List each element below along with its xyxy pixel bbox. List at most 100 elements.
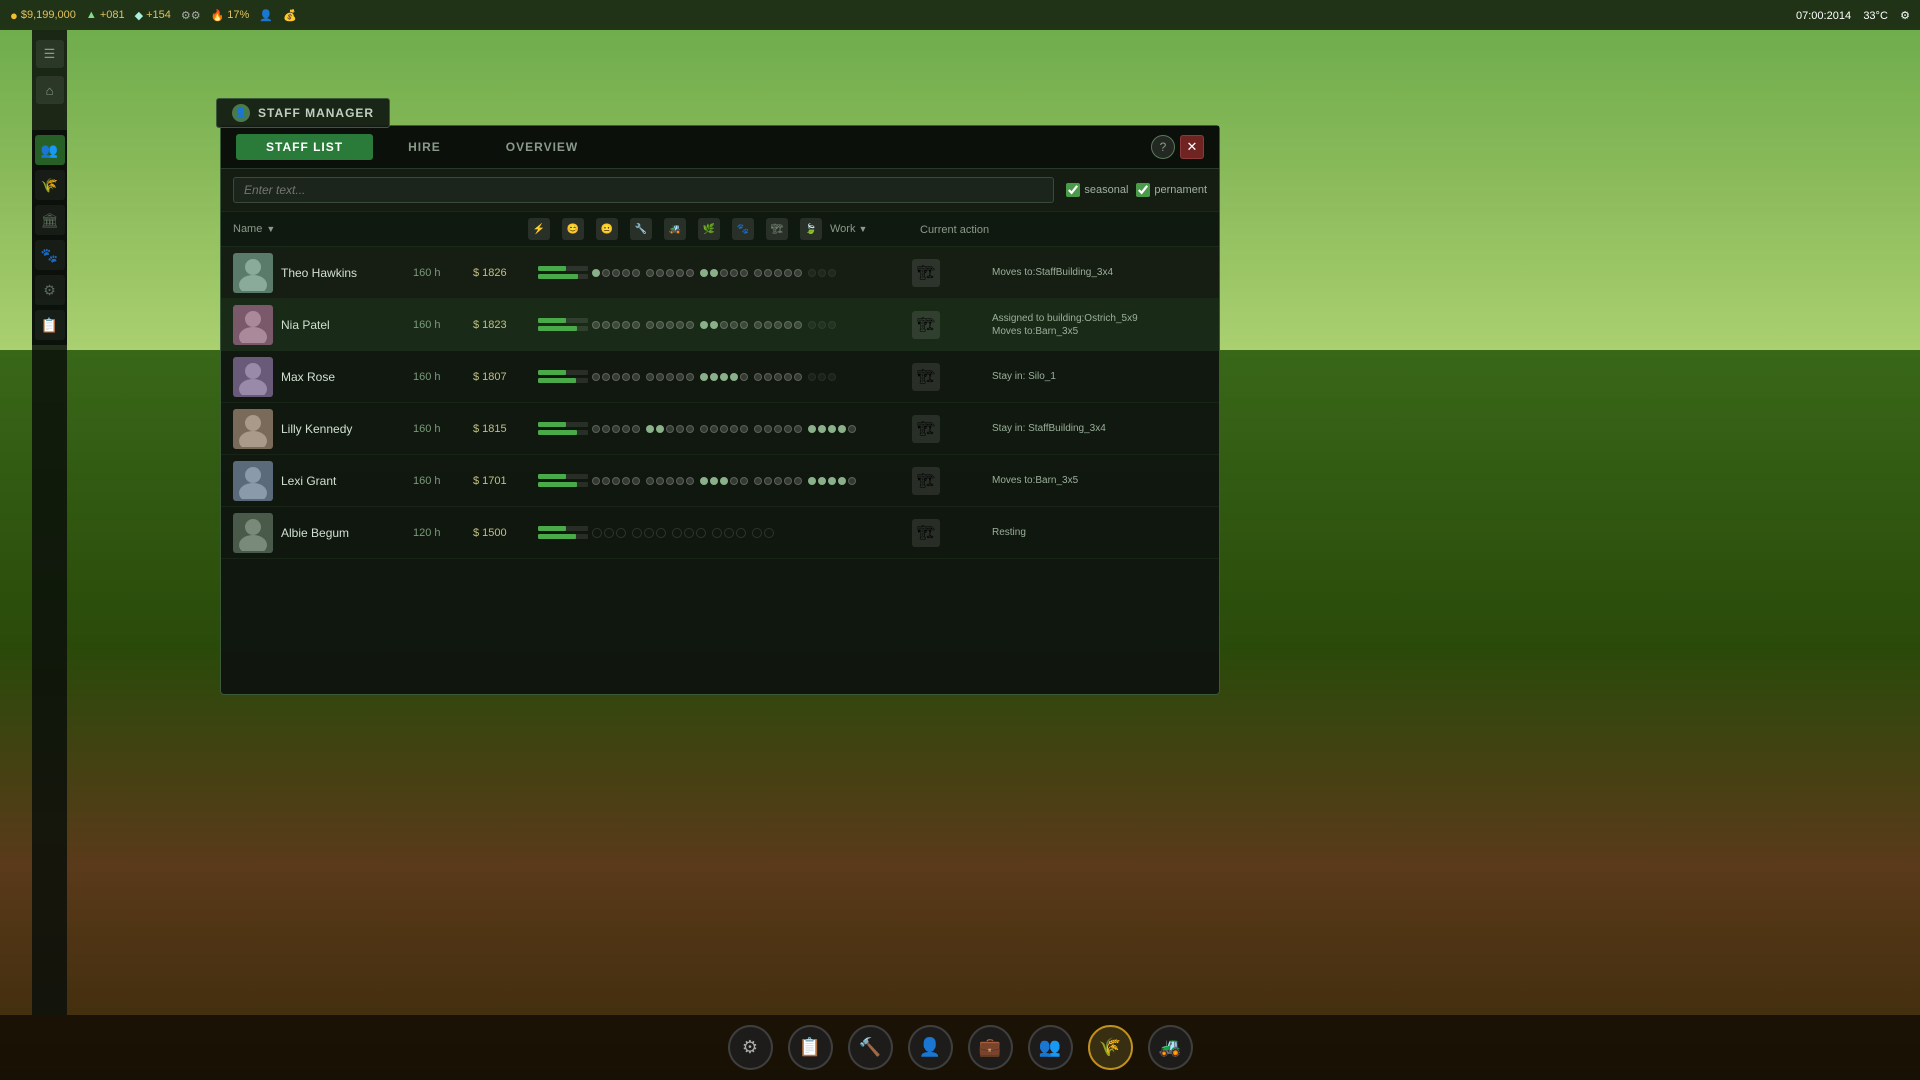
permanent-checkbox[interactable] <box>1136 183 1150 197</box>
sidebar-btn-education[interactable]: 📋 <box>35 310 65 340</box>
col-name-label: Name <box>233 223 262 235</box>
help-button[interactable]: ? <box>1151 135 1175 159</box>
stat-bars <box>538 370 588 383</box>
permanent-label: pernament <box>1154 184 1207 196</box>
bottom-btn-person[interactable]: 👤 <box>908 1025 953 1070</box>
sidebar-btn-factory[interactable]: ⚙ <box>35 275 65 305</box>
work-cell: 🏗 <box>912 363 992 391</box>
search-bar: seasonal pernament <box>221 169 1219 212</box>
staff-name: Lilly Kennedy <box>281 422 352 436</box>
staff-manager-dialog: 👤 STAFF MANAGER STAFF LIST HIRE OVERVIEW… <box>220 125 1220 695</box>
staff-salary: $ 1826 <box>473 267 538 279</box>
seasonal-label: seasonal <box>1084 184 1128 196</box>
col-icon-mood[interactable]: 😐 <box>596 218 618 240</box>
sidebar-btn-farm[interactable]: 🌾 <box>35 170 65 200</box>
staff-name: Max Rose <box>281 370 335 384</box>
search-input[interactable] <box>233 177 1054 203</box>
sidebar-btn-building[interactable]: 🏛 <box>35 205 65 235</box>
seasonal-checkbox[interactable] <box>1066 183 1080 197</box>
nav-menu-btn[interactable]: ☰ <box>36 40 64 68</box>
action-text: Moves to:StaffBuilding_3x4 <box>992 266 1113 279</box>
action-text: Resting <box>992 526 1026 539</box>
avatar <box>233 357 273 397</box>
staff-hours: 160 h <box>413 423 473 435</box>
staff-row[interactable]: Nia Patel 160 h $ 1823 🏗 <box>221 299 1219 351</box>
bottom-btn-vehicle[interactable]: 🚜 <box>1148 1025 1193 1070</box>
staff-row[interactable]: Albie Begum 120 h $ 1500 🏗 <box>221 507 1219 559</box>
staff-salary: $ 1500 <box>473 527 538 539</box>
staff-name: Theo Hawkins <box>281 266 357 280</box>
staff-name-cell: Max Rose <box>281 368 413 386</box>
sidebar-btn-staff[interactable]: 👥 <box>35 135 65 165</box>
staff-list: Theo Hawkins 160 h $ 1826 <box>221 247 1219 694</box>
col-icon-speed[interactable]: ⚡ <box>528 218 550 240</box>
tab-staff-list[interactable]: STAFF LIST <box>236 134 373 160</box>
close-button[interactable]: ✕ <box>1180 135 1204 159</box>
col-icon-animal[interactable]: 🐾 <box>732 218 754 240</box>
action-text: Assigned to building:Ostrich_5x9 Moves t… <box>992 312 1138 338</box>
hud-fire-value: 17% <box>227 9 249 21</box>
hud-fire: 🔥 17% <box>211 9 250 22</box>
action-cell: Assigned to building:Ostrich_5x9 Moves t… <box>992 312 1207 338</box>
work-building-icon: 🏗 <box>912 467 940 495</box>
tab-bar: STAFF LIST HIRE OVERVIEW ? ✕ <box>221 126 1219 169</box>
dialog-title: STAFF MANAGER <box>258 106 374 120</box>
staff-row[interactable]: Lexi Grant 160 h $ 1701 🏗 <box>221 455 1219 507</box>
staff-name: Albie Begum <box>281 526 349 540</box>
bottom-btn-finance[interactable]: 💼 <box>968 1025 1013 1070</box>
staff-name: Lexi Grant <box>281 474 336 488</box>
dot-ratings <box>592 373 912 381</box>
col-icon-plant[interactable]: 🌿 <box>698 218 720 240</box>
work-cell: 🏗 <box>912 519 992 547</box>
hud-res2-value: +154 <box>146 9 171 21</box>
col-work-sort[interactable]: ▼ <box>858 224 867 234</box>
avatar <box>233 409 273 449</box>
stat-bars <box>538 526 588 539</box>
bottom-btn-staff[interactable]: 👥 <box>1028 1025 1073 1070</box>
col-icon-nature[interactable]: 🍃 <box>800 218 822 240</box>
staff-hours: 160 h <box>413 475 473 487</box>
hud-time: 07:00:2014 33°C ⚙ <box>1796 9 1910 22</box>
staff-salary: $ 1823 <box>473 319 538 331</box>
col-icon-social[interactable]: 😊 <box>562 218 584 240</box>
dialog-title-icon: 👤 <box>232 104 250 122</box>
stat-bars <box>538 474 588 487</box>
col-header-action: Current action <box>920 220 1207 238</box>
hud-res2: ◆ +154 <box>135 9 171 22</box>
dialog-titlebar: 👤 STAFF MANAGER <box>216 98 390 128</box>
hud-currency-value: $9,199,000 <box>21 9 76 21</box>
work-building-icon: 🏗 <box>912 259 940 287</box>
action-cell: Moves to:StaffBuilding_3x4 <box>992 266 1207 279</box>
col-icon-drive[interactable]: 🚜 <box>664 218 686 240</box>
tab-hire[interactable]: HIRE <box>378 134 471 160</box>
staff-hours: 160 h <box>413 371 473 383</box>
staff-row[interactable]: Max Rose 160 h $ 1807 🏗 <box>221 351 1219 403</box>
staff-row[interactable]: Lilly Kennedy 160 h $ 1815 🏗 <box>221 403 1219 455</box>
hud-currency: ● $9,199,000 <box>10 8 76 23</box>
action-text: Stay in: StaffBuilding_3x4 <box>992 422 1106 435</box>
bottom-btn-farm[interactable]: 🌾 <box>1088 1025 1133 1070</box>
col-name-sort[interactable]: ▼ <box>266 224 275 234</box>
bottom-btn-build[interactable]: 🔨 <box>848 1025 893 1070</box>
work-cell: 🏗 <box>912 467 992 495</box>
action-cell: Resting <box>992 526 1207 539</box>
stat-bars <box>538 422 588 435</box>
hud-coin: 💰 <box>283 9 297 22</box>
bottom-btn-notes[interactable]: 📋 <box>788 1025 833 1070</box>
dot-ratings <box>592 425 912 433</box>
stat-bars <box>538 318 588 331</box>
work-cell: 🏗 <box>912 259 992 287</box>
tab-overview[interactable]: OVERVIEW <box>476 134 608 160</box>
hud-res1-value: +081 <box>100 9 125 21</box>
nav-home-btn[interactable]: ⌂ <box>36 76 64 104</box>
col-icon-tool[interactable]: 🔧 <box>630 218 652 240</box>
sidebar-btn-animal[interactable]: 🐾 <box>35 240 65 270</box>
col-icon-build[interactable]: 🏗 <box>766 218 788 240</box>
bottom-btn-settings[interactable]: ⚙ <box>728 1025 773 1070</box>
action-cell: Moves to:Barn_3x5 <box>992 474 1207 487</box>
staff-row[interactable]: Theo Hawkins 160 h $ 1826 <box>221 247 1219 299</box>
col-header-name: Name ▼ <box>233 223 413 235</box>
staff-name-cell: Albie Begum <box>281 524 413 542</box>
staff-name-cell: Nia Patel <box>281 316 413 334</box>
col-work-label: Work <box>830 223 855 235</box>
